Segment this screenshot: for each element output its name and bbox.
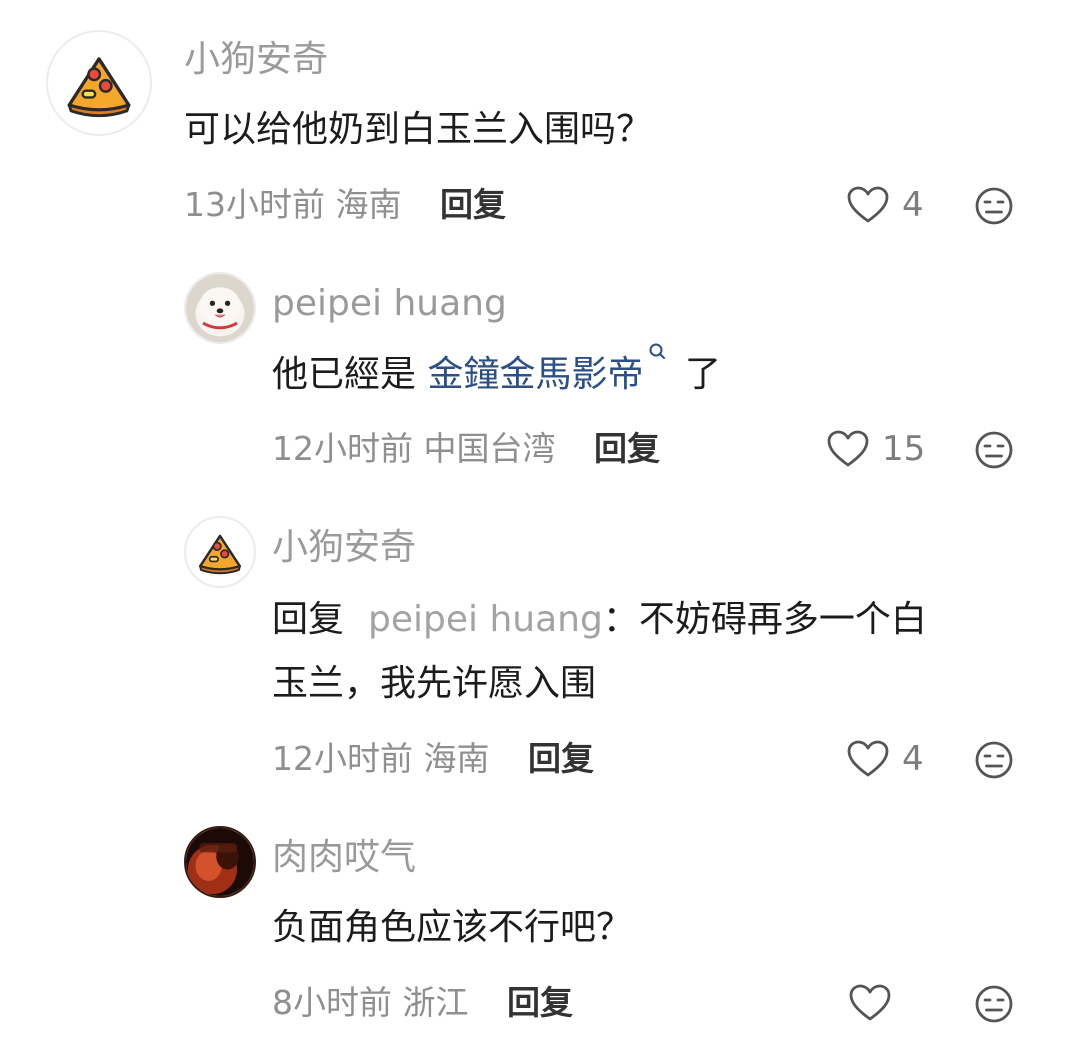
avatar[interactable] [184, 516, 256, 588]
comment-meta: 13小时前 海南 回复 [184, 188, 506, 221]
heart-icon [827, 430, 869, 467]
comment-location: 浙江 [402, 983, 469, 1022]
comment-item: 小狗安奇 可以给他奶到白玉兰入围吗？ 13小时前 海南 回复 4 [0, 0, 1080, 250]
like-button[interactable]: 4 [846, 739, 924, 779]
comment-text: 回复 peipei huang：不妨碍再多一个白 [272, 588, 927, 652]
username[interactable]: 小狗安奇 [272, 530, 416, 566]
avatar[interactable] [184, 272, 256, 344]
comment-location: 中国台湾 [423, 429, 556, 468]
like-count: 4 [902, 185, 924, 225]
username[interactable]: 小狗安奇 [184, 42, 328, 78]
neutral-face-icon [975, 431, 1013, 469]
comment-text: 他已經是 金鐘金馬影帝 了 [272, 342, 721, 407]
dislike-button[interactable] [974, 430, 1014, 470]
dislike-button[interactable] [974, 186, 1014, 226]
comment-meta: 8小时前 浙江 回复 [272, 986, 573, 1019]
search-icon[interactable] [647, 342, 667, 368]
comment-time: 13小时前 [184, 185, 325, 224]
comment-meta: 12小时前 海南 回复 [272, 742, 594, 775]
username[interactable]: peipei huang [272, 286, 507, 322]
dark-photo-avatar [186, 828, 254, 896]
neutral-face-icon [975, 985, 1013, 1023]
comment-item: 小狗安奇 回复 peipei huang：不妨碍再多一个白 玉兰，我先许愿入围 1… [0, 490, 1080, 800]
like-button[interactable] [848, 983, 904, 1023]
comment-text-after: 了 [673, 354, 721, 395]
reply-prefix: 回复 [272, 599, 345, 640]
heart-icon [847, 186, 889, 223]
comment-text: 负面角色应该不行吧？ [272, 907, 633, 948]
heart-icon [847, 740, 889, 777]
like-button[interactable]: 4 [846, 185, 924, 225]
avatar[interactable] [46, 30, 152, 136]
like-count: 4 [902, 739, 924, 779]
comment-text-before: 他已經是 [272, 354, 428, 395]
comment-item: 肉肉哎气 负面角色应该不行吧？ 8小时前 浙江 回复 [0, 800, 1080, 1048]
reply-colon: ： [602, 599, 639, 640]
avatar[interactable] [184, 826, 256, 898]
username[interactable]: 肉肉哎气 [272, 840, 416, 876]
like-count: 15 [882, 429, 926, 469]
comment-text: 玉兰，我先许愿入围 [272, 663, 597, 704]
reply-target-username[interactable]: peipei huang [368, 599, 603, 640]
reply-button[interactable]: 回复 [507, 983, 573, 1022]
comment-location: 海南 [335, 185, 402, 224]
search-link[interactable]: 金鐘金馬影帝 [427, 354, 643, 395]
like-button[interactable]: 15 [826, 429, 925, 469]
comment-time: 12小时前 [272, 429, 413, 468]
comment-text: 可以给他奶到白玉兰入围吗？ [184, 109, 653, 150]
comment-meta: 12小时前 中国台湾 回复 [272, 432, 660, 465]
pizza-icon [67, 57, 131, 118]
comment-item: peipei huang 他已經是 金鐘金馬影帝 了 12小时前 中国台湾 回复… [0, 250, 1080, 490]
dislike-button[interactable] [974, 984, 1014, 1024]
reply-button[interactable]: 回复 [594, 429, 660, 468]
neutral-face-icon [975, 741, 1013, 779]
pizza-icon [198, 534, 242, 575]
neutral-face-icon [975, 187, 1013, 225]
reply-button[interactable]: 回复 [440, 185, 506, 224]
dislike-button[interactable] [974, 740, 1014, 780]
comment-text-line1: 不妨碍再多一个白 [638, 599, 927, 640]
heart-icon [849, 984, 891, 1021]
comment-time: 12小时前 [272, 739, 413, 778]
dog-photo-avatar [186, 274, 254, 342]
reply-button[interactable]: 回复 [528, 739, 594, 778]
comment-location: 海南 [423, 739, 490, 778]
comment-time: 8小时前 [272, 983, 392, 1022]
